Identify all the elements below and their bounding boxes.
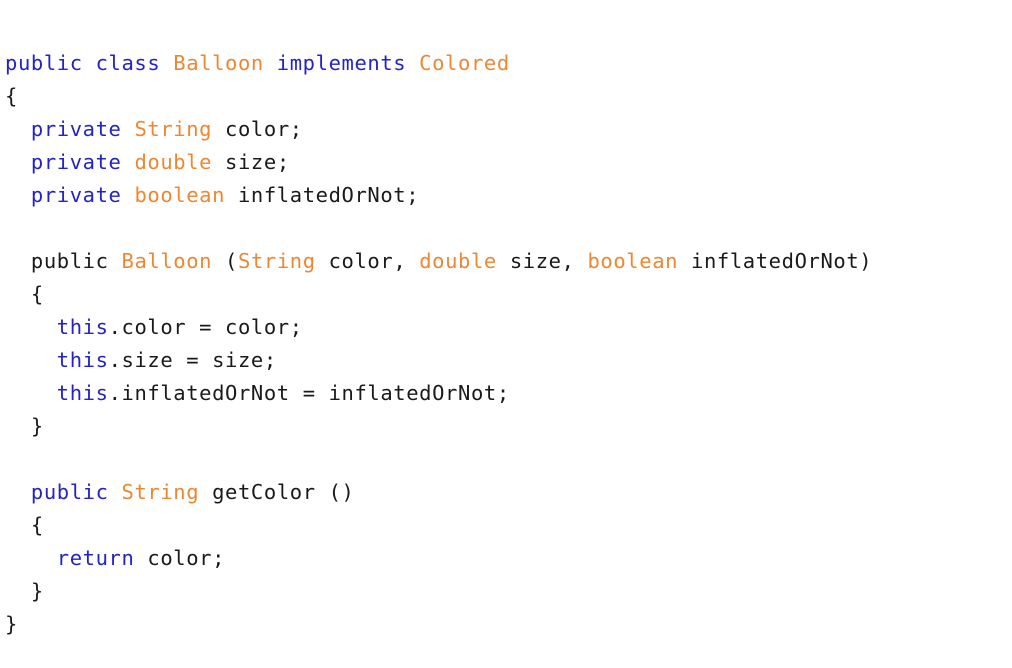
code-text: .color = color; bbox=[108, 315, 303, 339]
code-line: } bbox=[5, 578, 1012, 611]
code-line: this.color = color; bbox=[5, 314, 1012, 347]
code-keyword: private bbox=[30, 183, 135, 207]
code-text: inflatedOrNot) bbox=[691, 249, 873, 273]
code-listing: public class Balloon implements Colored{… bbox=[0, 0, 1012, 668]
code-keyword: this bbox=[56, 315, 109, 339]
code-text: ( bbox=[225, 249, 238, 273]
code-type: Balloon bbox=[173, 51, 277, 75]
code-text: { bbox=[5, 282, 44, 306]
code-line: } bbox=[5, 611, 1012, 644]
code-keyword: return bbox=[56, 546, 148, 570]
code-lines: public class Balloon implements Colored{… bbox=[5, 50, 1012, 644]
code-keyword: private bbox=[30, 117, 135, 141]
code-text: .inflatedOrNot = inflatedOrNot; bbox=[108, 381, 510, 405]
code-text: } bbox=[5, 612, 18, 636]
code-keyword: this bbox=[56, 348, 109, 372]
code-line: { bbox=[5, 281, 1012, 314]
code-line: return color; bbox=[5, 545, 1012, 578]
code-line: this.size = size; bbox=[5, 347, 1012, 380]
code-type: boolean bbox=[134, 183, 238, 207]
code-type: Colored bbox=[419, 51, 510, 75]
code-type: boolean bbox=[587, 249, 692, 273]
code-line: private double size; bbox=[5, 149, 1012, 182]
code-line: this.inflatedOrNot = inflatedOrNot; bbox=[5, 380, 1012, 413]
code-line: private boolean inflatedOrNot; bbox=[5, 182, 1012, 215]
code-text: } bbox=[5, 579, 44, 603]
code-text: color; bbox=[225, 117, 303, 141]
code-type: double bbox=[134, 150, 226, 174]
code-line: public String getColor () bbox=[5, 479, 1012, 512]
code-type: Balloon bbox=[121, 249, 226, 273]
code-keyword: public bbox=[30, 480, 122, 504]
code-line: } bbox=[5, 413, 1012, 446]
code-text: inflatedOrNot; bbox=[237, 183, 420, 207]
code-type: String bbox=[238, 249, 329, 273]
code-text: { bbox=[5, 84, 18, 108]
code-text: size; bbox=[225, 150, 290, 174]
code-keyword: this bbox=[56, 381, 109, 405]
code-text: color, bbox=[328, 249, 420, 273]
code-text: getColor () bbox=[212, 480, 355, 504]
code-line: private String color; bbox=[5, 116, 1012, 149]
code-line: public class Balloon implements Colored bbox=[5, 50, 1012, 83]
code-text: } bbox=[5, 414, 44, 438]
code-keyword: implements bbox=[276, 51, 420, 75]
code-text: size, bbox=[509, 249, 588, 273]
code-text: { bbox=[5, 513, 44, 537]
code-type: String bbox=[134, 117, 226, 141]
code-keyword: public class bbox=[5, 51, 174, 75]
code-line: public Balloon (String color, double siz… bbox=[5, 248, 1012, 281]
code-text: public bbox=[30, 249, 122, 273]
code-text: color; bbox=[147, 546, 226, 570]
code-type: double bbox=[419, 249, 510, 273]
code-line: { bbox=[5, 512, 1012, 545]
code-line: { bbox=[5, 83, 1012, 116]
code-keyword: private bbox=[30, 150, 135, 174]
code-text: .size = size; bbox=[108, 348, 277, 372]
code-type: String bbox=[121, 480, 213, 504]
